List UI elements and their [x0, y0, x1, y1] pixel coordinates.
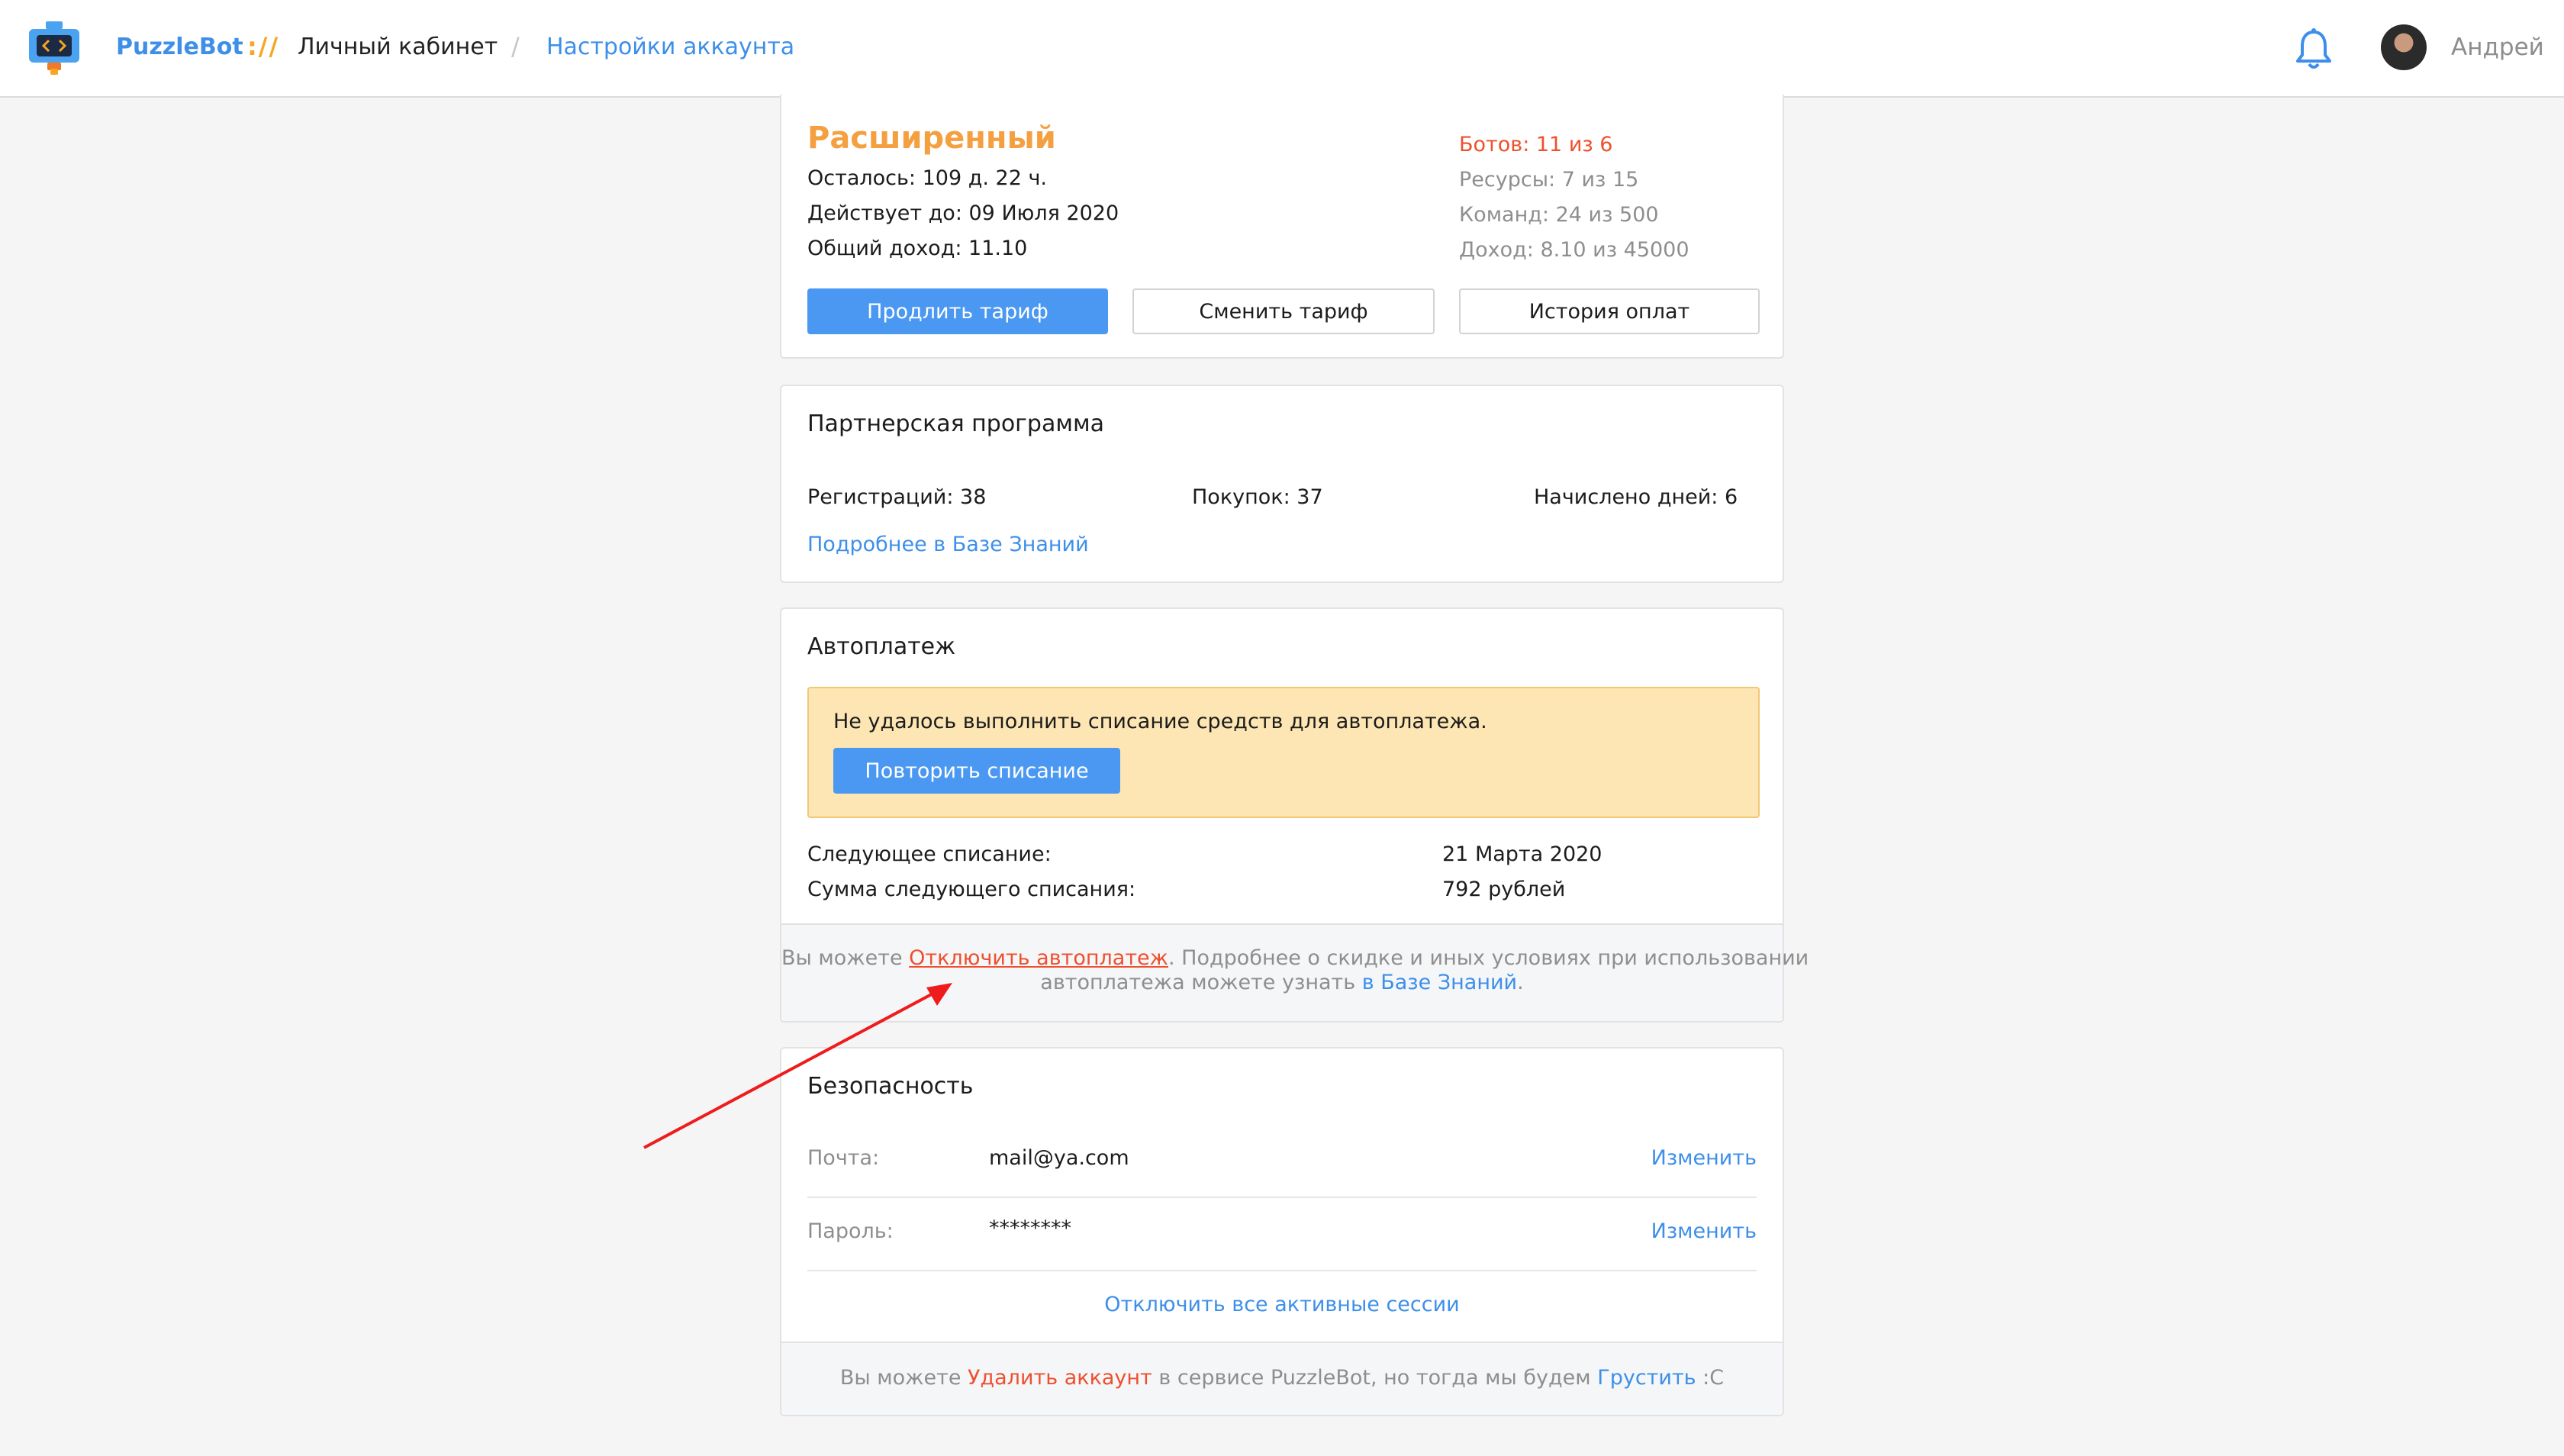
security-footer-prefix: Вы можете [839, 1366, 968, 1390]
partner-program-card: Партнерская программа Регистраций: 38 По… [780, 385, 1784, 583]
security-title: Безопасность [807, 1073, 974, 1100]
autopay-title: Автоплатеж [807, 633, 956, 660]
plan-total-income: Общий доход: 11.10 [807, 237, 1028, 260]
tariff-card: Расширенный Осталось: 109 д. 22 ч. Дейст… [780, 95, 1784, 359]
autopay-footer-line1: Вы можете Отключить автоплатеж. Подробне… [781, 946, 1809, 970]
security-footer-middle: в сервисе PuzzleBot, но тогда мы будем [1152, 1366, 1598, 1390]
change-tariff-button[interactable]: Сменить тариф [1132, 288, 1435, 334]
limit-commands: Команд: 24 из 500 [1459, 203, 1659, 227]
avatar[interactable] [2381, 24, 2427, 70]
security-footer-text: Вы можете Удалить аккаунт в сервисе Puzz… [781, 1366, 1783, 1390]
breadcrumb-settings[interactable]: Настройки аккаунта [546, 34, 794, 60]
user-name[interactable]: Андрей [2451, 34, 2544, 61]
security-divider-1 [807, 1197, 1757, 1198]
autopay-footer-prefix: Вы можете [781, 946, 910, 970]
limit-resources: Ресурсы: 7 из 15 [1459, 168, 1639, 192]
autopay-footer: Вы можете Отключить автоплатеж. Подробне… [781, 923, 1809, 1021]
limit-income: Доход: 8.10 из 45000 [1459, 238, 1689, 262]
change-email-link[interactable]: Изменить [1651, 1146, 1757, 1170]
plan-valid-until: Действует до: 09 Июля 2020 [807, 201, 1119, 225]
breadcrumb-cabinet: Личный кабинет [298, 34, 498, 60]
brand-separator: :// [247, 32, 280, 61]
autopay-footer-line2-prefix: автоплатежа можете узнать [1040, 971, 1362, 994]
partner-title: Партнерская программа [807, 411, 1105, 437]
next-charge-value: 21 Марта 2020 [1442, 842, 1602, 866]
delete-account-link[interactable]: Удалить аккаунт [968, 1366, 1152, 1390]
partner-knowledge-base-link[interactable]: Подробнее в Базе Знаний [807, 533, 1089, 556]
top-header: PuzzleBot :// Личный кабинет / Настройки… [0, 0, 2564, 98]
autopay-knowledge-base-link[interactable]: в Базе Знаний [1362, 971, 1517, 994]
autopay-card: Автоплатеж Не удалось выполнить списание… [780, 607, 1809, 1023]
partner-purchases: Покупок: 37 [1192, 485, 1323, 509]
autopay-footer-middle: . Подробнее о скидке и иных условиях при… [1168, 946, 1809, 970]
disable-autopay-link[interactable]: Отключить автоплатеж [909, 946, 1168, 970]
password-label: Пароль: [807, 1219, 894, 1243]
change-password-link[interactable]: Изменить [1651, 1219, 1757, 1243]
brand-name[interactable]: PuzzleBot [116, 34, 243, 60]
extend-tariff-button[interactable]: Продлить тариф [807, 288, 1108, 334]
autopay-footer-line2-suffix: . [1517, 971, 1524, 994]
password-value: ******** [989, 1216, 1071, 1240]
retry-charge-button[interactable]: Повторить списание [833, 748, 1120, 794]
partner-registrations: Регистраций: 38 [807, 485, 987, 509]
autopay-footer-line2: автоплатежа можете узнать в Базе Знаний. [781, 971, 1783, 994]
next-amount-label: Сумма следующего списания: [807, 878, 1136, 901]
next-charge-label: Следующее списание: [807, 842, 1052, 866]
autopay-warning-text: Не удалось выполнить списание средств дл… [833, 710, 1487, 733]
security-footer-suffix: :С [1696, 1366, 1725, 1390]
security-divider-2 [807, 1270, 1757, 1271]
plan-name: Расширенный [807, 121, 1056, 156]
breadcrumb-slash: / [511, 32, 520, 61]
sad-link[interactable]: Грустить [1597, 1366, 1696, 1390]
plan-remaining: Осталось: 109 д. 22 ч. [807, 166, 1048, 190]
autopay-warning: Не удалось выполнить списание средств дл… [807, 687, 1760, 818]
payment-history-button[interactable]: История оплат [1459, 288, 1760, 334]
end-all-sessions-link[interactable]: Отключить все активные сессии [781, 1293, 1783, 1316]
puzzlebot-logo-icon[interactable] [29, 21, 79, 76]
email-label: Почта: [807, 1146, 880, 1170]
partner-days-credited: Начислено дней: 6 [1534, 485, 1738, 509]
bell-icon[interactable] [2294, 27, 2334, 72]
next-amount-value: 792 рублей [1442, 878, 1566, 901]
security-footer: Вы можете Удалить аккаунт в сервисе Puzz… [781, 1342, 1783, 1415]
email-value: mail@ya.com [989, 1146, 1129, 1170]
security-card: Безопасность Почта: mail@ya.com Изменить… [780, 1047, 1784, 1416]
limit-bots: Ботов: 11 из 6 [1459, 133, 1613, 156]
